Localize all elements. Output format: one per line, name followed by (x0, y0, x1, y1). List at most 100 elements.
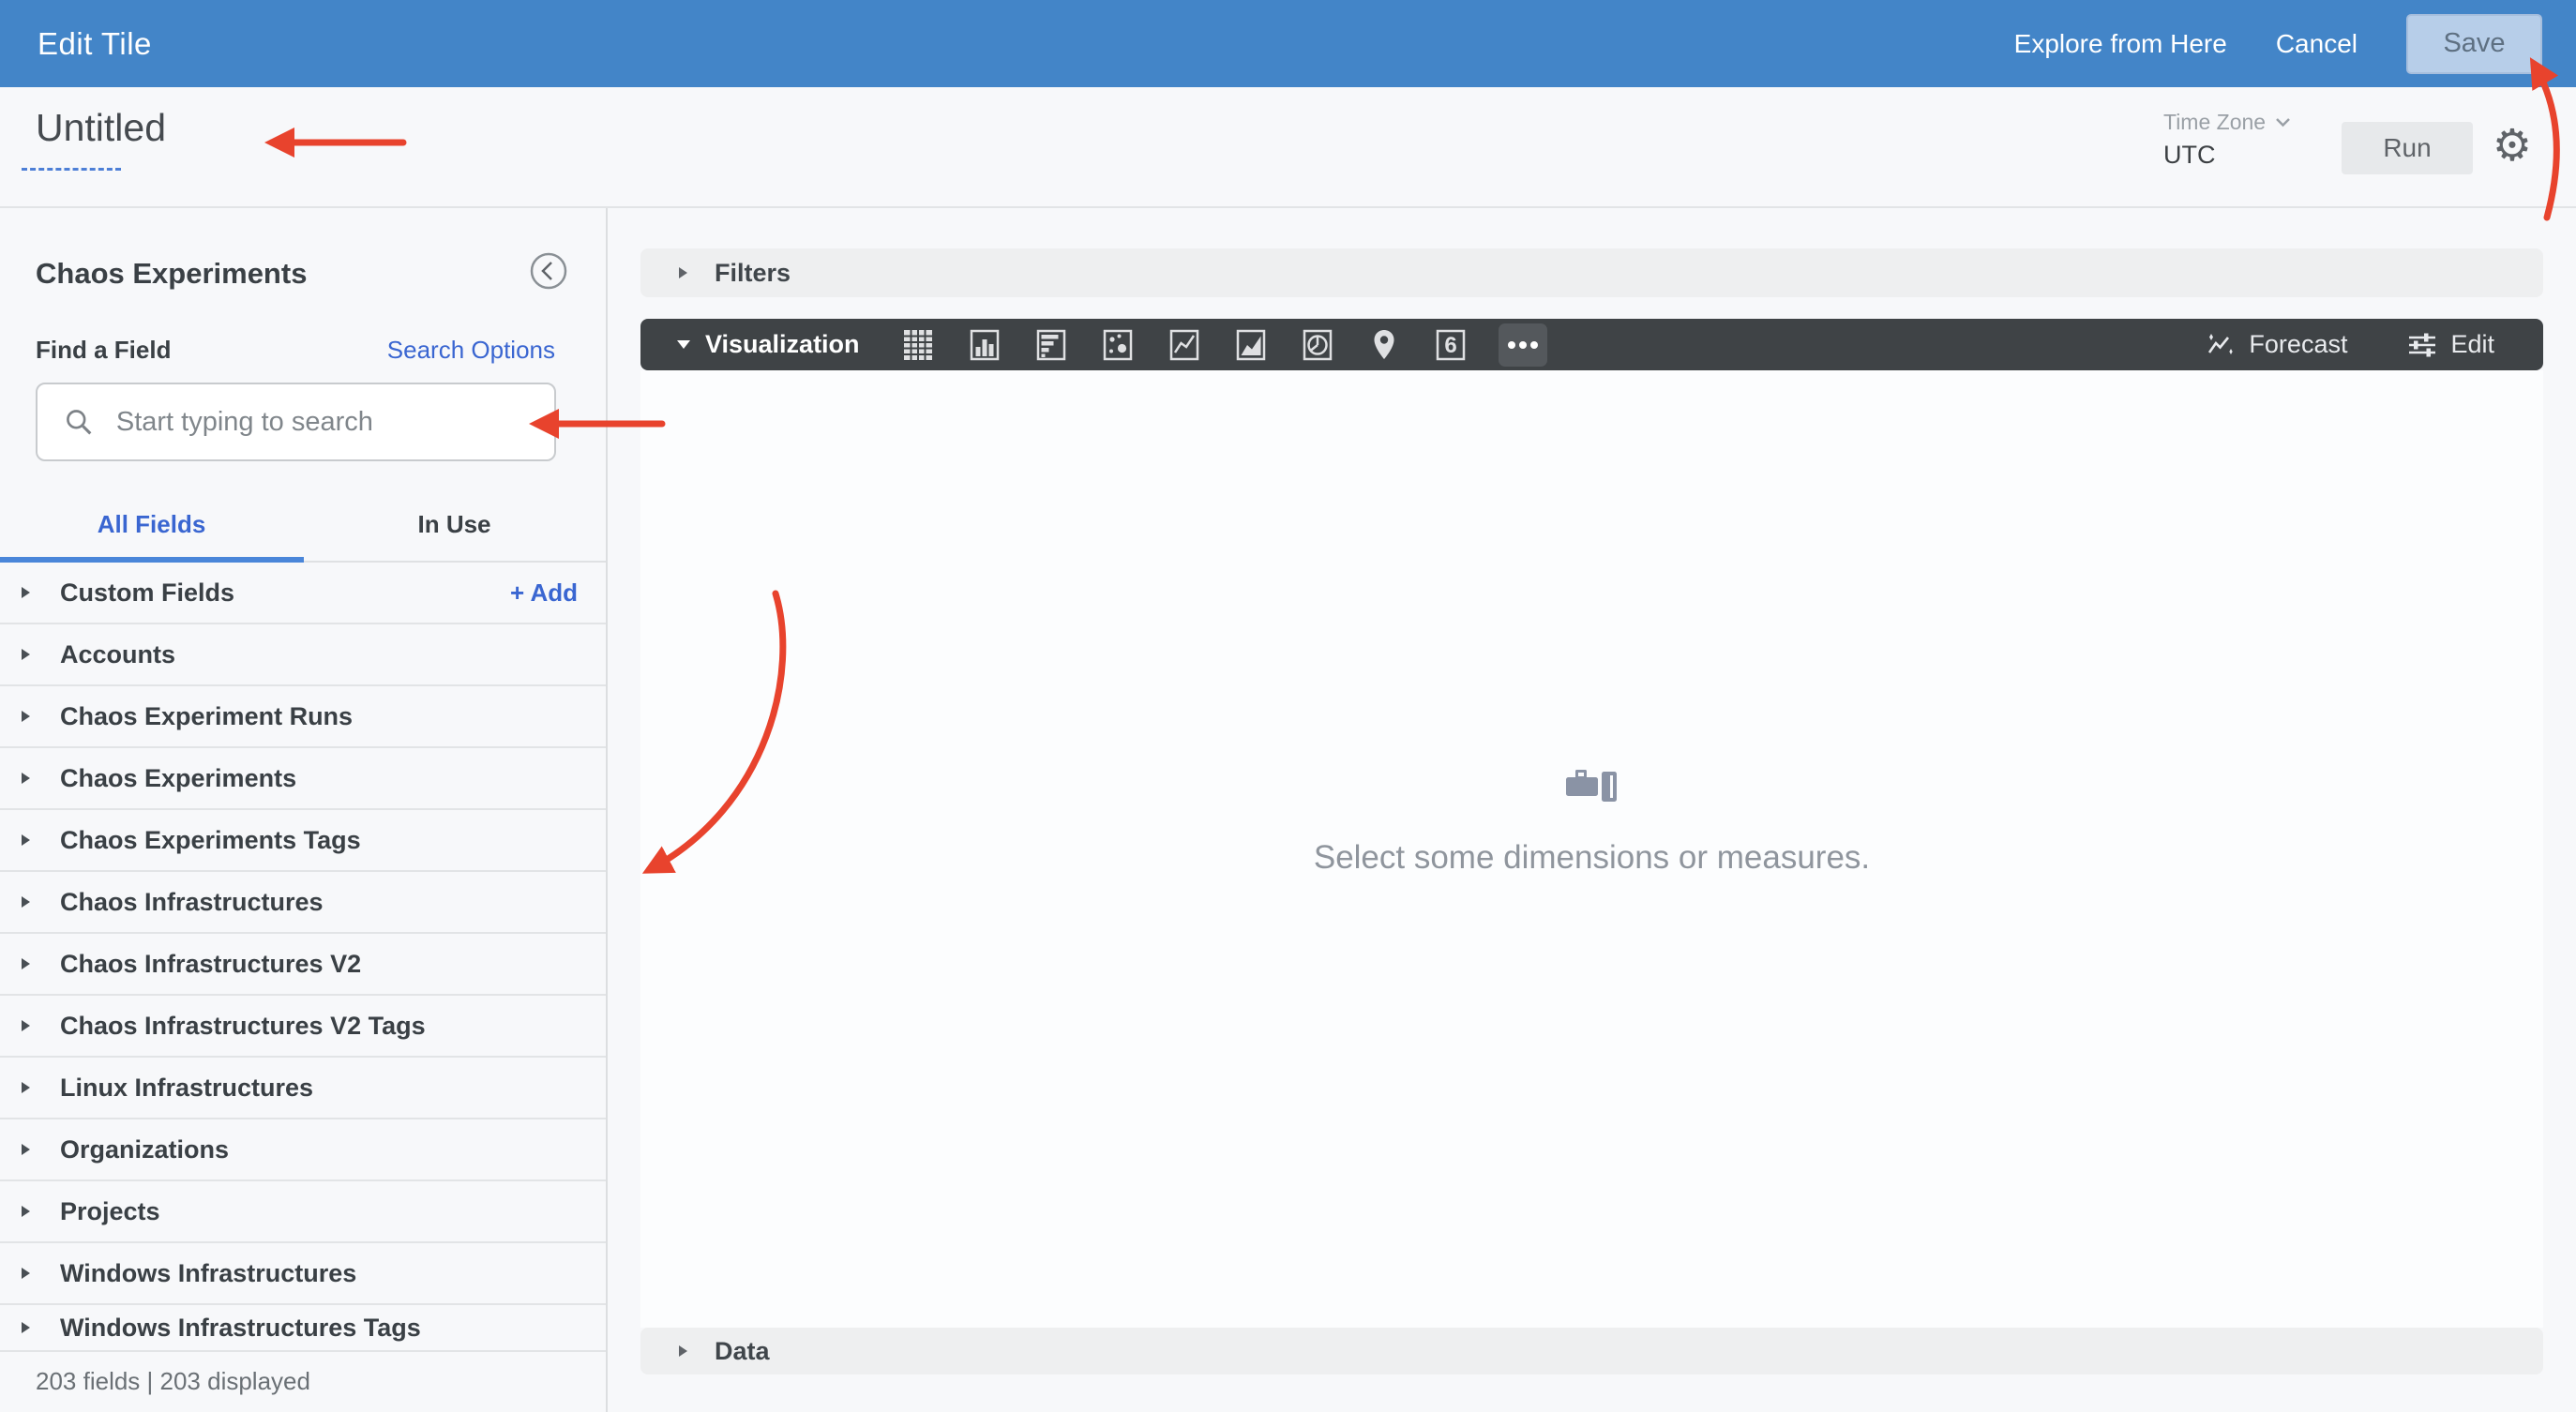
field-group-label: Custom Fields (60, 578, 235, 607)
edit-viz-label: Edit (2450, 330, 2494, 358)
forecast-label: Forecast (2249, 330, 2348, 358)
caret-right-icon (21, 957, 34, 970)
field-group-row[interactable]: Accounts (0, 624, 606, 686)
tab-all-fields[interactable]: All Fields (0, 488, 303, 561)
field-group-label: Projects (60, 1196, 160, 1225)
time-zone-value: UTC (2163, 141, 2216, 169)
empty-state-message: Select some dimensions or measures. (1313, 838, 1871, 876)
field-group-row[interactable]: Chaos Infrastructures (0, 872, 606, 934)
field-group-row[interactable]: Windows Infrastructures (0, 1243, 606, 1305)
filters-label: Filters (715, 258, 791, 287)
save-button[interactable]: Save (2406, 13, 2542, 74)
chevron-down-icon (2276, 118, 2290, 128)
edit-tile-dialog: Edit Tile Explore from Here Cancel Save … (0, 0, 2576, 1412)
field-group-row[interactable]: Windows Infrastructures Tags (0, 1305, 606, 1352)
caret-right-icon (21, 1321, 34, 1334)
time-zone-label: Time Zone (2163, 110, 2267, 134)
caret-right-icon (21, 772, 34, 785)
field-tabs: All Fields In Use (0, 488, 606, 563)
field-group-label: Chaos Experiments (60, 763, 297, 792)
find-a-field-label: Find a Field (36, 335, 172, 364)
add-custom-field-button[interactable]: + Add (510, 578, 578, 608)
time-zone-selector[interactable]: Time Zone UTC (2163, 110, 2295, 170)
visualization-section-header: Visualization 6 Forecast Edit (640, 319, 2543, 370)
visualization-label[interactable]: Visualization (705, 330, 860, 359)
field-group-label: Linux Infrastructures (60, 1073, 314, 1102)
edit-viz-button[interactable]: Edit (2407, 330, 2494, 359)
field-group-label: Organizations (60, 1134, 230, 1164)
viz-type-picker: 6 (899, 323, 1547, 367)
explore-title: Chaos Experiments (36, 257, 308, 290)
sliders-icon (2409, 333, 2436, 356)
field-search-input[interactable] (113, 405, 535, 439)
field-group-label: Accounts (60, 639, 176, 668)
tab-in-use[interactable]: In Use (303, 488, 606, 561)
caret-right-icon (21, 895, 34, 909)
field-group-label: Chaos Experiments Tags (60, 825, 361, 854)
explore-from-here-button[interactable]: Explore from Here (2014, 29, 2227, 59)
viz-type-scatterplot-icon[interactable] (1099, 323, 1137, 367)
field-group-row[interactable]: Chaos Infrastructures V2 (0, 934, 606, 996)
field-group-custom-fields[interactable]: Custom Fields + Add (0, 563, 606, 624)
top-bar: Edit Tile Explore from Here Cancel Save (0, 0, 2576, 87)
viz-type-map-icon[interactable] (1365, 323, 1403, 367)
dialog-title: Edit Tile (38, 25, 152, 61)
field-group-label: Chaos Infrastructures (60, 887, 324, 916)
field-group-row[interactable]: Organizations (0, 1119, 606, 1181)
query-toolbar: Untitled Time Zone UTC Run ⚙ (0, 87, 2576, 208)
viz-type-area-icon[interactable] (1232, 323, 1270, 367)
viz-type-single-value-icon[interactable]: 6 (1432, 323, 1469, 367)
top-bar-actions: Explore from Here Cancel Save (2014, 13, 2542, 74)
caret-right-icon (21, 586, 34, 599)
more-viz-types-icon[interactable] (1498, 323, 1547, 367)
caret-right-icon (21, 1019, 34, 1032)
viz-empty-state: Select some dimensions or measures. (1314, 766, 1870, 877)
collapse-sidebar-button[interactable] (529, 251, 568, 291)
caret-down-icon[interactable] (677, 339, 690, 350)
viz-type-pie-icon[interactable] (1299, 323, 1336, 367)
tile-title-input[interactable]: Untitled (36, 106, 166, 150)
field-group-row[interactable]: Projects (0, 1181, 606, 1243)
viz-type-column-icon[interactable] (966, 323, 1003, 367)
forecast-button[interactable]: Forecast (2206, 330, 2347, 359)
data-section-header[interactable]: Filters Data (640, 1328, 2543, 1374)
data-label: Data (715, 1336, 770, 1365)
visualization-canvas: Select some dimensions or measures. (640, 370, 2543, 1328)
tile-title-edit-underline (22, 168, 121, 171)
field-group-list: Custom Fields + Add Accounts Chaos Exper… (0, 563, 606, 1352)
field-group-row[interactable]: Chaos Infrastructures V2 Tags (0, 996, 606, 1058)
caret-right-icon (21, 710, 34, 723)
field-group-row[interactable]: Chaos Experiments Tags (0, 810, 606, 872)
field-count-status: 203 fields | 203 displayed (36, 1367, 310, 1395)
gear-icon[interactable]: ⚙ (2488, 115, 2537, 175)
field-group-label: Chaos Infrastructures V2 Tags (60, 1011, 426, 1040)
field-group-row[interactable]: Linux Infrastructures (0, 1058, 606, 1119)
field-group-label: Chaos Experiment Runs (60, 701, 354, 730)
search-options-link[interactable]: Search Options (387, 336, 555, 365)
field-search-box[interactable] (36, 383, 556, 461)
run-button[interactable]: Run (2342, 122, 2473, 174)
viz-type-table-icon[interactable] (899, 323, 937, 367)
caret-right-icon (21, 648, 34, 661)
flashlight-icon (1565, 769, 1617, 802)
viz-type-bar-icon[interactable] (1032, 323, 1070, 367)
svg-text:6: 6 (1444, 333, 1456, 358)
main-content: Filters Visualization 6 Forecast Edit Se… (608, 208, 2576, 1412)
forecast-sparkle-icon (2208, 333, 2234, 354)
field-group-row[interactable]: Chaos Experiments (0, 748, 606, 810)
field-group-label: Chaos Infrastructures V2 (60, 949, 362, 978)
caret-right-icon (21, 834, 34, 847)
filters-section-header[interactable]: Filters (640, 248, 2543, 297)
search-icon (67, 410, 92, 435)
field-group-row[interactable]: Chaos Experiment Runs (0, 686, 606, 748)
caret-right-icon (21, 1143, 34, 1156)
cancel-button[interactable]: Cancel (2276, 29, 2358, 59)
caret-right-icon (21, 1267, 34, 1280)
field-picker-sidebar: Chaos Experiments Find a Field Search Op… (0, 208, 608, 1412)
viz-type-line-icon[interactable] (1166, 323, 1203, 367)
chevron-left-circle-icon (530, 252, 567, 290)
caret-right-icon (21, 1205, 34, 1218)
caret-right-icon (679, 1345, 687, 1357)
field-group-label: Windows Infrastructures (60, 1258, 357, 1287)
caret-right-icon (21, 1081, 34, 1094)
